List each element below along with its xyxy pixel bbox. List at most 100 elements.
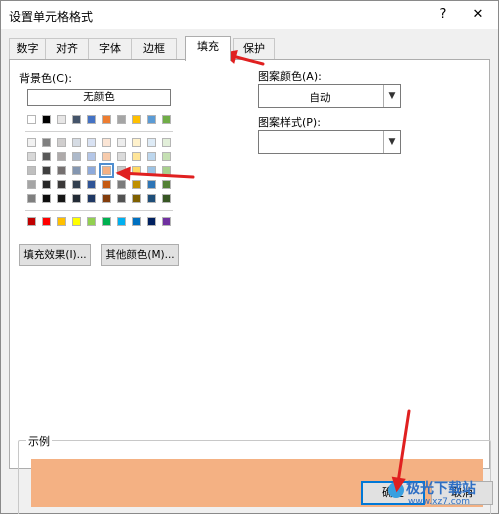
color-swatch[interactable] xyxy=(42,217,51,226)
tab-border[interactable]: 边框 xyxy=(131,38,177,60)
watermark: 极光下载站 www.xz7.com xyxy=(388,476,499,512)
color-swatch[interactable] xyxy=(87,115,96,124)
color-swatch[interactable] xyxy=(72,217,81,226)
color-swatch[interactable] xyxy=(162,152,171,161)
color-swatch[interactable] xyxy=(132,166,141,175)
color-swatch[interactable] xyxy=(132,180,141,189)
chevron-down-icon[interactable]: ▼ xyxy=(383,131,400,153)
tab-font[interactable]: 字体 xyxy=(88,38,132,60)
tab-number[interactable]: 数字 xyxy=(9,38,46,60)
color-swatch[interactable] xyxy=(57,194,66,203)
color-swatch[interactable] xyxy=(57,138,66,147)
watermark-url: www.xz7.com xyxy=(408,497,470,507)
color-swatch[interactable] xyxy=(162,217,171,226)
dialog-title: 设置单元格格式 xyxy=(9,10,94,24)
tab-alignment[interactable]: 对齐 xyxy=(45,38,89,60)
pattern-style-label: 图案样式(P): xyxy=(258,116,321,129)
color-swatch[interactable] xyxy=(42,115,51,124)
color-swatch[interactable] xyxy=(102,194,111,203)
color-swatch[interactable] xyxy=(87,180,96,189)
color-swatch[interactable] xyxy=(132,152,141,161)
sample-label: 示例 xyxy=(26,433,52,449)
tab-protection[interactable]: 保护 xyxy=(233,38,275,60)
color-swatch[interactable] xyxy=(87,194,96,203)
color-swatch[interactable] xyxy=(72,115,81,124)
color-swatch[interactable] xyxy=(27,138,36,147)
color-swatch[interactable] xyxy=(72,194,81,203)
color-swatch[interactable] xyxy=(42,138,51,147)
color-swatch[interactable] xyxy=(72,166,81,175)
color-swatch[interactable] xyxy=(162,194,171,203)
fill-effects-button[interactable]: 填充效果(I)... xyxy=(19,244,91,266)
color-swatch[interactable] xyxy=(117,194,126,203)
color-swatch[interactable] xyxy=(102,115,111,124)
color-swatch[interactable] xyxy=(147,194,156,203)
pattern-color-label: 图案颜色(A): xyxy=(258,70,322,83)
color-swatch[interactable] xyxy=(27,180,36,189)
color-swatch[interactable] xyxy=(117,180,126,189)
color-swatch[interactable] xyxy=(102,217,111,226)
color-swatch[interactable] xyxy=(57,115,66,124)
color-swatch[interactable] xyxy=(117,217,126,226)
color-swatch[interactable] xyxy=(87,138,96,147)
color-swatch[interactable] xyxy=(147,166,156,175)
palette-divider xyxy=(25,131,173,132)
color-swatch[interactable] xyxy=(27,194,36,203)
no-color-button[interactable]: 无颜色 xyxy=(27,89,171,106)
pattern-color-dropdown[interactable]: 自动 ▼ xyxy=(258,84,401,108)
title-bar: 设置单元格格式 ? ✕ xyxy=(1,1,498,29)
color-swatch[interactable] xyxy=(117,138,126,147)
color-swatch[interactable] xyxy=(117,166,126,175)
color-swatch[interactable] xyxy=(27,115,36,124)
color-swatch[interactable] xyxy=(72,138,81,147)
watermark-name: 极光下载站 xyxy=(406,481,476,497)
color-swatch[interactable] xyxy=(162,180,171,189)
color-swatch[interactable] xyxy=(27,217,36,226)
color-swatch[interactable] xyxy=(162,166,171,175)
color-swatch[interactable] xyxy=(102,152,111,161)
watermark-logo-icon xyxy=(388,482,404,498)
color-swatch[interactable] xyxy=(132,194,141,203)
color-swatch[interactable] xyxy=(117,152,126,161)
color-swatch[interactable] xyxy=(132,115,141,124)
background-color-label: 背景色(C): xyxy=(19,72,72,85)
palette-divider xyxy=(25,210,173,211)
color-swatch[interactable] xyxy=(162,115,171,124)
format-cells-dialog: 设置单元格格式 ? ✕ 数字 对齐 字体 边框 填充 保护 背景色(C): 无颜… xyxy=(0,0,499,514)
color-swatch[interactable] xyxy=(27,166,36,175)
pattern-color-value: 自动 xyxy=(309,92,331,104)
color-swatch[interactable] xyxy=(147,152,156,161)
chevron-down-icon[interactable]: ▼ xyxy=(383,85,400,107)
color-swatch[interactable] xyxy=(102,180,111,189)
color-swatch[interactable] xyxy=(72,152,81,161)
color-swatch[interactable] xyxy=(87,166,96,175)
color-swatch[interactable] xyxy=(57,152,66,161)
tab-fill[interactable]: 填充 xyxy=(185,36,231,61)
color-swatch[interactable] xyxy=(57,166,66,175)
help-button[interactable]: ? xyxy=(432,4,454,26)
color-swatch[interactable] xyxy=(147,180,156,189)
color-swatch[interactable] xyxy=(72,180,81,189)
color-swatch[interactable] xyxy=(132,217,141,226)
color-swatch[interactable] xyxy=(132,138,141,147)
more-colors-button[interactable]: 其他颜色(M)... xyxy=(101,244,179,266)
color-swatch[interactable] xyxy=(147,217,156,226)
color-swatch[interactable] xyxy=(42,194,51,203)
color-swatch[interactable] xyxy=(87,217,96,226)
color-swatch[interactable] xyxy=(57,217,66,226)
color-swatch[interactable] xyxy=(147,138,156,147)
color-swatch[interactable] xyxy=(147,115,156,124)
pattern-style-dropdown[interactable]: ▼ xyxy=(258,130,401,154)
color-swatch[interactable] xyxy=(42,166,51,175)
color-swatch[interactable] xyxy=(87,152,96,161)
fill-panel: 背景色(C): 无颜色 填充效果(I)... 其他颜色(M)... 图案颜色(A… xyxy=(9,59,491,514)
color-swatch[interactable] xyxy=(42,152,51,161)
color-swatch[interactable] xyxy=(27,152,36,161)
color-swatch[interactable] xyxy=(42,180,51,189)
color-swatch[interactable] xyxy=(117,115,126,124)
color-swatch[interactable] xyxy=(162,138,171,147)
color-swatch[interactable] xyxy=(102,138,111,147)
color-swatch[interactable] xyxy=(57,180,66,189)
color-swatch[interactable] xyxy=(99,163,114,178)
close-button[interactable]: ✕ xyxy=(467,4,489,26)
